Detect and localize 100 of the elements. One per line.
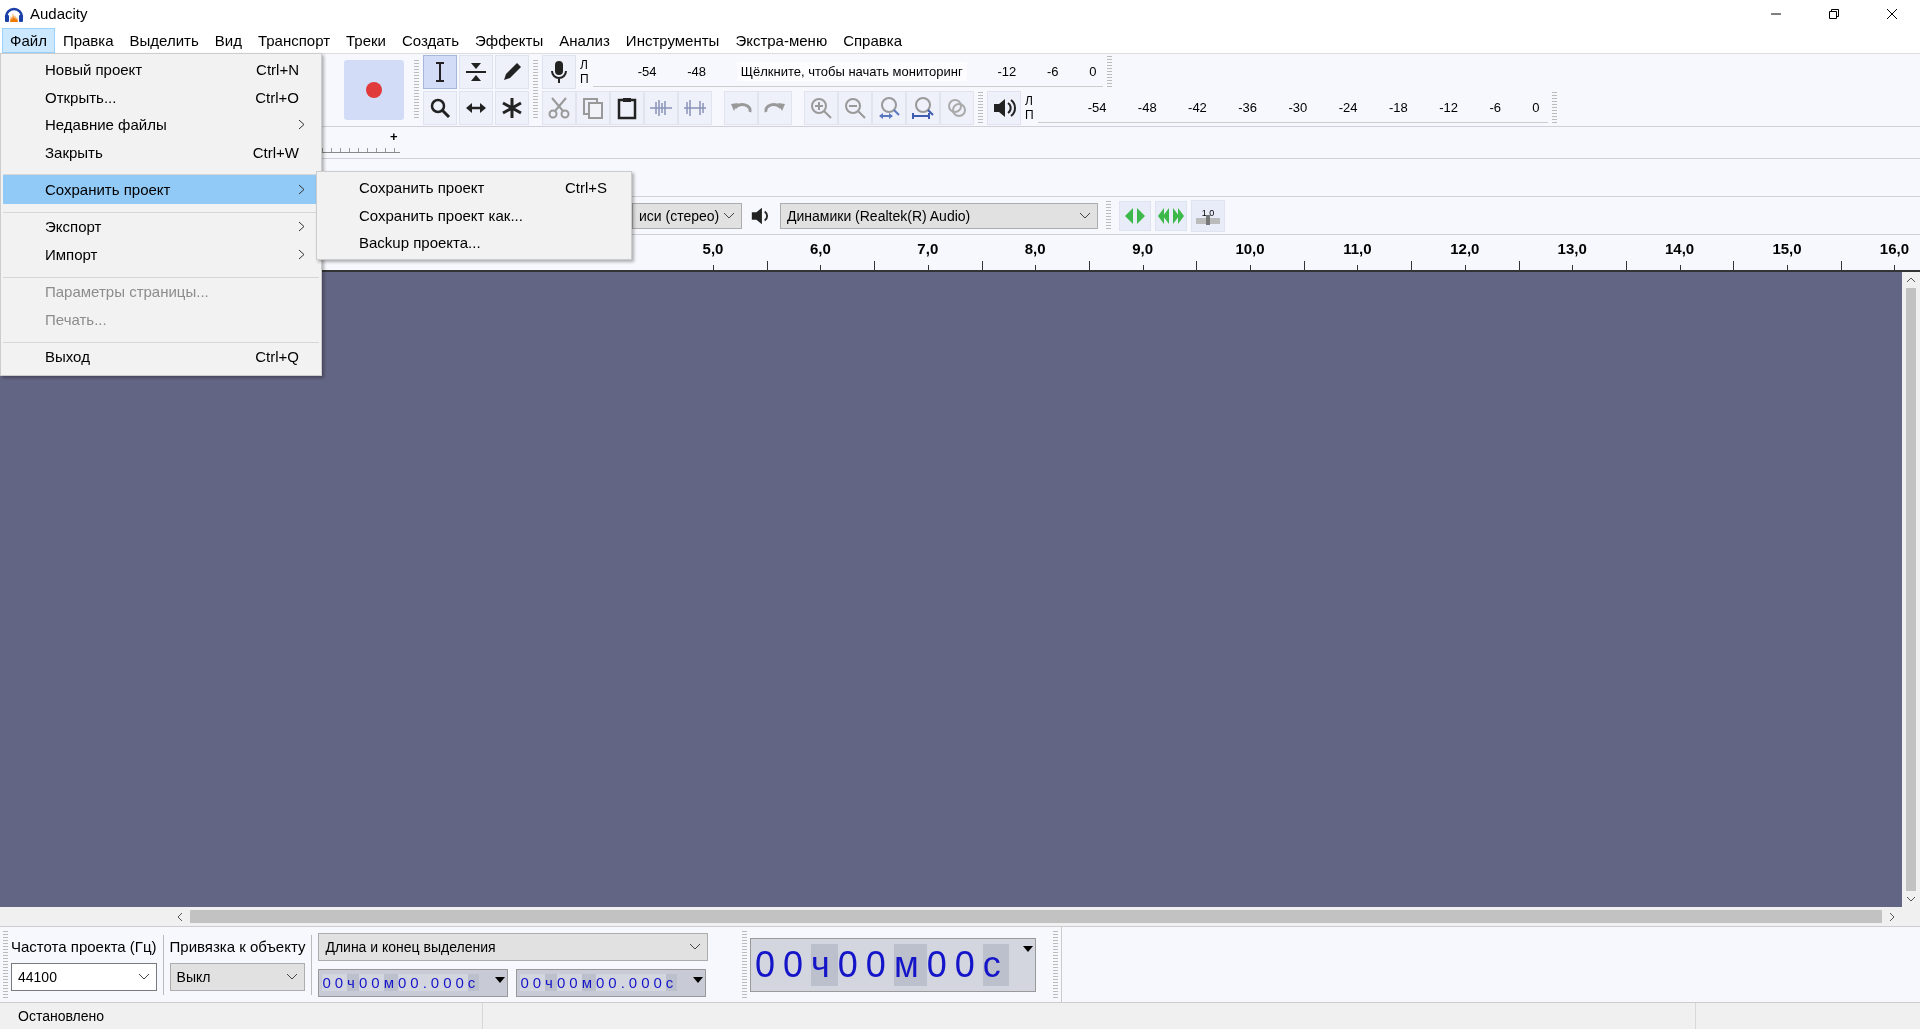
menu-item[interactable]: Закрыть Ctrl+W bbox=[3, 138, 319, 166]
meter-tick-label: -12 bbox=[997, 64, 1017, 79]
ruler-label: 11,0 bbox=[1343, 240, 1372, 257]
record-dot-icon bbox=[365, 81, 383, 99]
menu-item[interactable]: Открыть... Ctrl+O bbox=[3, 83, 319, 111]
meter-tick-label: -6 bbox=[1489, 100, 1501, 115]
zoom-out-icon bbox=[843, 96, 867, 120]
timeshift-tool-button[interactable] bbox=[459, 91, 493, 125]
snap-to-dropdown[interactable]: Выкл bbox=[169, 963, 306, 991]
ruler-label: 5,0 bbox=[702, 240, 724, 257]
horizontal-scrollbar[interactable] bbox=[0, 907, 1920, 926]
caret-icon bbox=[689, 942, 702, 951]
menu-item[interactable]: Сохранить проект как... bbox=[319, 201, 629, 229]
ruler-label: 7,0 bbox=[917, 240, 939, 257]
meter-tick-label: -48 bbox=[1137, 100, 1157, 115]
menu-item[interactable]: Правка bbox=[54, 27, 122, 53]
channel-label: П bbox=[1025, 108, 1034, 122]
menu-item[interactable]: Инструменты bbox=[617, 27, 728, 53]
menu-item[interactable]: Треки bbox=[338, 27, 394, 53]
multi-tool-button[interactable] bbox=[495, 91, 529, 125]
menu-item[interactable]: Импорт bbox=[3, 241, 319, 269]
zoom-toggle-button[interactable] bbox=[940, 91, 974, 125]
magnifier-span-icon bbox=[911, 96, 935, 120]
restore-icon[interactable] bbox=[1828, 7, 1840, 20]
scissors-icon bbox=[547, 96, 571, 120]
copy-icon bbox=[581, 96, 605, 120]
meter-tick-label: -18 bbox=[1388, 100, 1408, 115]
selection-mode-dropdown[interactable]: Длина и конец выделения bbox=[318, 932, 709, 961]
meter-tick-label: -54 bbox=[1087, 100, 1107, 115]
meter-tick-label: -6 bbox=[1047, 64, 1059, 79]
output-device-dropdown[interactable]: Динамики (Realtek(R) Audio) bbox=[780, 202, 1098, 229]
select-tool-button[interactable] bbox=[423, 55, 457, 89]
draw-tool-button[interactable] bbox=[495, 55, 529, 89]
menu-item[interactable]: Анализ bbox=[551, 27, 618, 53]
multi-tool-icon bbox=[500, 96, 524, 120]
meter-tick-label: -12 bbox=[1439, 100, 1458, 115]
project-rate-label: Частота проекта (Гц) bbox=[11, 938, 157, 955]
snap-to-label: Привязка к объекту bbox=[169, 938, 306, 955]
channel-label: Л bbox=[1025, 94, 1034, 108]
meter-tick-label: -24 bbox=[1338, 100, 1358, 115]
menu-item[interactable]: Вид bbox=[206, 27, 250, 53]
caret-icon bbox=[723, 211, 735, 220]
clipboard-icon bbox=[615, 96, 639, 120]
ruler-label: 6,0 bbox=[809, 240, 831, 257]
record-button[interactable] bbox=[344, 60, 404, 120]
menu-item[interactable]: Эффекты bbox=[467, 27, 552, 53]
chevron-right-icon bbox=[298, 221, 305, 233]
menu-item[interactable]: Транспорт bbox=[249, 27, 339, 53]
status-text: Остановлено bbox=[18, 1008, 106, 1024]
chevron-right-icon bbox=[298, 249, 305, 261]
fit-project-button[interactable] bbox=[906, 91, 940, 125]
paste-button[interactable] bbox=[610, 91, 644, 125]
menu-item[interactable]: Файл bbox=[2, 27, 55, 53]
vertical-scrollbar[interactable] bbox=[1902, 272, 1920, 907]
menu-item[interactable]: Сохранить проект bbox=[3, 174, 319, 204]
close-icon[interactable] bbox=[1886, 7, 1898, 20]
envelope-tool-icon bbox=[464, 60, 488, 84]
ruler-label: 10,0 bbox=[1235, 240, 1265, 257]
speaker-button[interactable] bbox=[987, 91, 1021, 125]
playback-meter[interactable]: -54 -48 -42 -36 -30 -24 -18 -12 -6 0 bbox=[1037, 93, 1548, 123]
monitoring-prompt[interactable]: Щёлкните, чтобы начать мониторинг bbox=[736, 62, 967, 81]
caret-icon bbox=[137, 973, 150, 981]
ruler-label: 14,0 bbox=[1665, 240, 1695, 257]
menu-item[interactable]: Выход Ctrl+Q bbox=[3, 341, 319, 371]
menu-item[interactable]: Создать bbox=[394, 27, 467, 53]
double-magnifier-icon bbox=[945, 96, 969, 120]
caret-icon bbox=[286, 973, 299, 981]
menu-item[interactable]: Недавние файлы bbox=[3, 111, 319, 139]
channel-label: П bbox=[580, 72, 589, 86]
menu-item[interactable]: Сохранить проект Ctrl+S bbox=[319, 174, 629, 202]
project-rate-dropdown[interactable]: 44100 bbox=[11, 963, 157, 991]
plus-label: + bbox=[390, 129, 398, 144]
chevron-right-icon bbox=[298, 119, 305, 131]
menu-item[interactable]: Выделить bbox=[121, 27, 207, 53]
record-meter[interactable]: -54 -48 Щёлкните, чтобы начать мониторинг -12 -6 0 bbox=[592, 57, 1103, 87]
ruler-label: 15,0 bbox=[1772, 240, 1802, 257]
zoom-tool-icon bbox=[428, 96, 452, 120]
meter-tick-label: -30 bbox=[1288, 100, 1308, 115]
ruler-label: 12,0 bbox=[1450, 240, 1480, 257]
menu-item[interactable]: Новый проект Ctrl+N bbox=[3, 56, 319, 84]
speed-slider[interactable]: 1.0 bbox=[1191, 199, 1225, 232]
ruler-label: 16,0 bbox=[1879, 240, 1909, 257]
menu-item[interactable]: Справка bbox=[835, 27, 910, 53]
ruler-label: 13,0 bbox=[1557, 240, 1587, 257]
channel-label: Л bbox=[580, 58, 589, 72]
fit-selection-button[interactable] bbox=[872, 91, 906, 125]
slider-thumb[interactable] bbox=[1206, 214, 1210, 225]
meter-tick-label: -42 bbox=[1188, 100, 1207, 115]
envelope-tool-button[interactable] bbox=[459, 55, 493, 89]
ruler-label: 9,0 bbox=[1132, 240, 1153, 257]
caret-icon bbox=[1079, 211, 1091, 220]
magnifier-arrows-icon bbox=[877, 96, 901, 120]
microphone-button[interactable] bbox=[542, 55, 576, 89]
channels-dropdown[interactable]: иси (стерео) bbox=[632, 202, 742, 229]
ruler-label: 8,0 bbox=[1024, 240, 1046, 257]
zoom-tool-button[interactable] bbox=[423, 91, 457, 125]
meter-tick-label: 0 bbox=[1089, 64, 1097, 79]
chevron-right-icon bbox=[298, 183, 305, 195]
menu-item[interactable]: Экстра-меню bbox=[727, 27, 836, 53]
meter-tick-label: -48 bbox=[687, 64, 706, 79]
